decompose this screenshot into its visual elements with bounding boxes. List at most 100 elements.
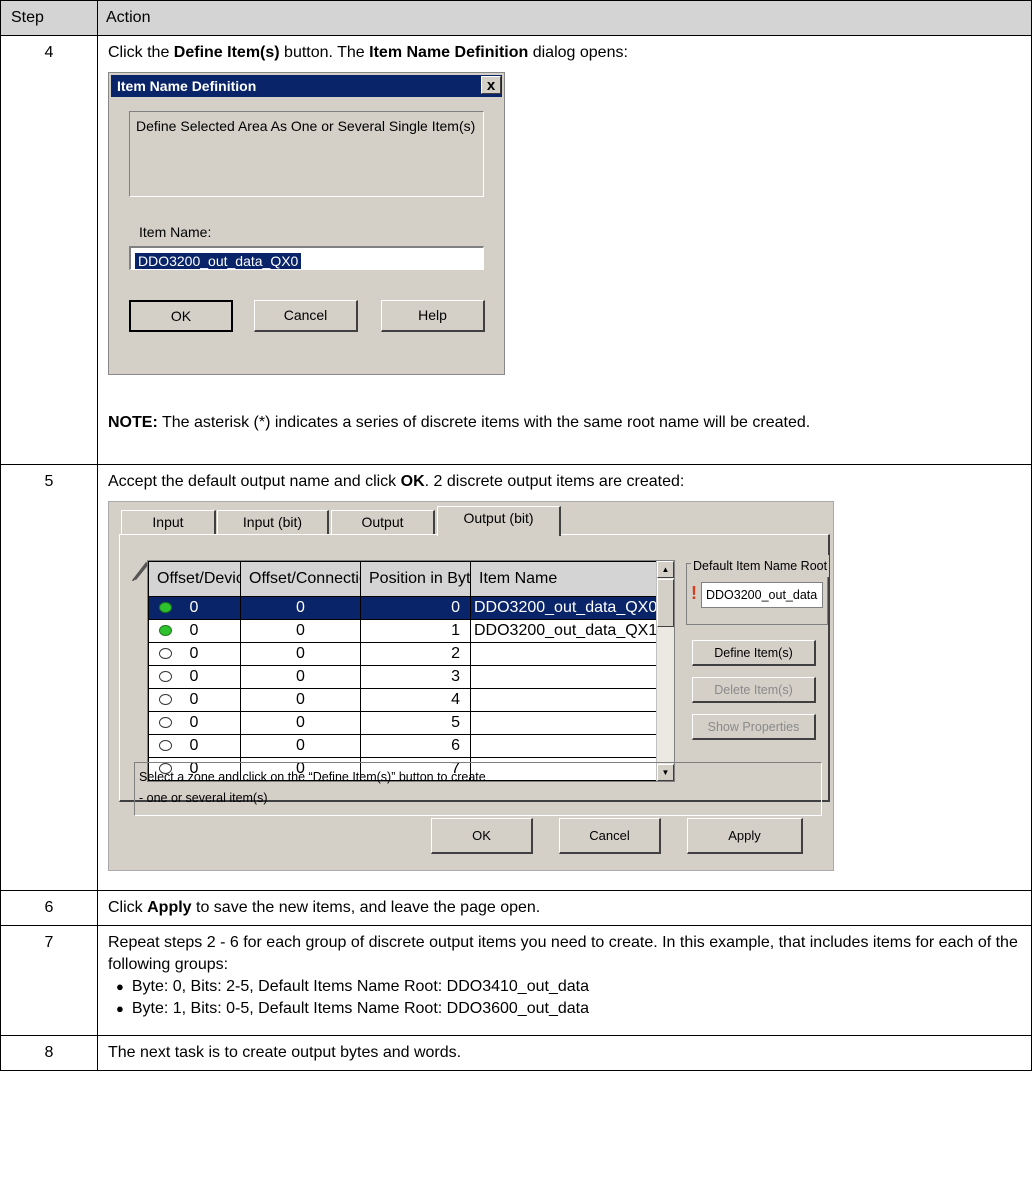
step-text: Accept the default output name and click…: [108, 471, 1021, 493]
item-name-cell[interactable]: [470, 734, 659, 758]
help-button[interactable]: Help: [381, 300, 485, 332]
offset-device-cell[interactable]: 0: [148, 665, 241, 689]
table-row[interactable]: 004: [148, 688, 659, 712]
scroll-up-icon[interactable]: ▲: [657, 561, 674, 578]
position-in-byte-cell[interactable]: 3: [360, 665, 471, 689]
column-header[interactable]: Item Name: [470, 561, 659, 597]
close-icon: x: [486, 77, 496, 94]
show-properties-button[interactable]: Show Properties: [692, 714, 816, 740]
offset-connection-cell[interactable]: 0: [240, 688, 361, 712]
offset-device-cell[interactable]: 0: [148, 596, 241, 620]
position-in-byte-cell[interactable]: 0: [360, 596, 471, 620]
vertical-scrollbar[interactable]: ▲ ▼: [656, 561, 674, 781]
text-segment: Click the: [108, 44, 174, 61]
apply-button[interactable]: Apply: [687, 818, 803, 854]
grid-body: 0 0 0 DDO3200_out_data_QX0 0 0 1 DDO3200_out_da…: [148, 596, 659, 781]
define-items-button[interactable]: Define Item(s): [692, 640, 816, 666]
tab-output[interactable]: Output: [331, 510, 435, 534]
tab-output-bit[interactable]: Output (bit): [437, 506, 561, 536]
offset-connection-cell[interactable]: 0: [240, 711, 361, 735]
offset-device-cell[interactable]: 0: [148, 734, 241, 758]
undefined-item-icon: [158, 694, 172, 706]
offset-connection-cell[interactable]: 0: [240, 642, 361, 666]
offset-connection-cell[interactable]: 0: [240, 596, 361, 620]
item-name-value: DDO3200_out_data_QX0: [135, 253, 302, 269]
position-in-byte-cell[interactable]: 5: [360, 711, 471, 735]
item-name-cell[interactable]: DDO3200_out_data_QX0: [470, 596, 659, 620]
item-name-cell[interactable]: [470, 642, 659, 666]
note-label: NOTE:: [108, 414, 158, 431]
offset-connection-cell[interactable]: 0: [240, 734, 361, 758]
cell-value: 0: [189, 622, 199, 639]
undefined-item-icon: [158, 717, 172, 729]
position-in-byte-cell[interactable]: 1: [360, 619, 471, 643]
scroll-thumb[interactable]: [657, 579, 674, 627]
table-row[interactable]: 006: [148, 734, 659, 758]
step-row-7: 7 Repeat steps 2 - 6 for each group of d…: [0, 925, 1032, 1036]
table-row[interactable]: 003: [148, 665, 659, 689]
cell-value: 0: [189, 599, 199, 616]
step-action: The next task is to create output bytes …: [97, 1035, 1032, 1071]
table-row[interactable]: 0 0 0 DDO3200_out_data_QX0: [148, 596, 659, 620]
text-segment: to save the new items, and leave the pag…: [191, 899, 541, 916]
item-name-definition-dialog: Item Name Definition x Define Selected A…: [108, 72, 505, 375]
tab-input[interactable]: Input: [121, 510, 216, 534]
info-box: Select a zone and click on the “Define I…: [134, 762, 822, 816]
offset-device-cell[interactable]: 0: [148, 642, 241, 666]
offset-device-cell[interactable]: 0: [148, 619, 241, 643]
text-segment: dialog opens:: [528, 44, 628, 61]
table-row[interactable]: 002: [148, 642, 659, 666]
item-name-cell[interactable]: [470, 688, 659, 712]
close-button[interactable]: x: [481, 76, 501, 94]
item-name-label: Item Name:: [139, 224, 212, 240]
position-in-byte-cell[interactable]: 6: [360, 734, 471, 758]
step-text: Click the Define Item(s) button. The Ite…: [108, 42, 1021, 64]
step-action: Click Apply to save the new items, and l…: [97, 890, 1032, 926]
offset-connection-cell[interactable]: 0: [240, 619, 361, 643]
position-in-byte-cell[interactable]: 2: [360, 642, 471, 666]
note-text: The asterisk (*) indicates a series of d…: [157, 414, 811, 431]
table-row[interactable]: 0 0 1 DDO3200_out_data_QX1: [148, 619, 659, 643]
text-segment: Accept the default output name and click: [108, 473, 401, 490]
bold-term: OK: [400, 473, 425, 490]
list-item: Byte: 1, Bits: 0-5, Default Items Name R…: [116, 998, 1021, 1020]
action-column-header: Action: [97, 0, 1032, 36]
column-header[interactable]: Offset/Connection: [240, 561, 361, 597]
item-name-input[interactable]: DDO3200_out_data_QX0: [129, 246, 484, 270]
step-row-4: 4 Click the Define Item(s) button. The I…: [0, 35, 1032, 465]
position-in-byte-cell[interactable]: 4: [360, 688, 471, 712]
step-number: 6: [0, 890, 98, 926]
item-name-cell[interactable]: [470, 711, 659, 735]
step-row-6: 6 Click Apply to save the new items, and…: [0, 890, 1032, 926]
offset-device-cell[interactable]: 0: [148, 711, 241, 735]
bold-term: Define Item(s): [173, 44, 280, 61]
cell-value: 0: [189, 714, 199, 731]
ok-button[interactable]: OK: [129, 300, 233, 332]
item-name-cell[interactable]: [470, 665, 659, 689]
offset-device-cell[interactable]: 0: [148, 688, 241, 712]
description-box: Define Selected Area As One or Several S…: [129, 111, 484, 197]
text-segment: . 2 discrete output items are created:: [424, 473, 685, 490]
text-segment: button. The: [279, 44, 370, 61]
cell-value: 0: [189, 645, 199, 662]
bold-term: Apply: [147, 899, 192, 916]
warning-icon: !: [691, 583, 697, 603]
tab-input-bit[interactable]: Input (bit): [217, 510, 329, 534]
ok-button[interactable]: OK: [431, 818, 533, 854]
cancel-button[interactable]: Cancel: [559, 818, 661, 854]
items-grid[interactable]: Offset/Device Offset/Connection Position…: [147, 560, 675, 782]
step-action: Accept the default output name and click…: [97, 464, 1032, 891]
step-text: Repeat steps 2 - 6 for each group of dis…: [108, 934, 1018, 973]
item-name-cell[interactable]: DDO3200_out_data_QX1: [470, 619, 659, 643]
column-header[interactable]: Position in Byte: [360, 561, 471, 597]
column-header[interactable]: Offset/Device: [148, 561, 241, 597]
grid-header-row: Offset/Device Offset/Connection Position…: [148, 561, 659, 597]
table-row[interactable]: 005: [148, 711, 659, 735]
root-name-input[interactable]: DDO3200_out_data: [701, 582, 823, 608]
offset-connection-cell[interactable]: 0: [240, 665, 361, 689]
info-line: - one or several item(s): [139, 791, 268, 805]
dialog-title-bar: Item Name Definition: [111, 75, 502, 97]
delete-items-button[interactable]: Delete Item(s): [692, 677, 816, 703]
info-line: Select a zone and click on the “Define I…: [139, 770, 486, 784]
cancel-button[interactable]: Cancel: [254, 300, 358, 332]
